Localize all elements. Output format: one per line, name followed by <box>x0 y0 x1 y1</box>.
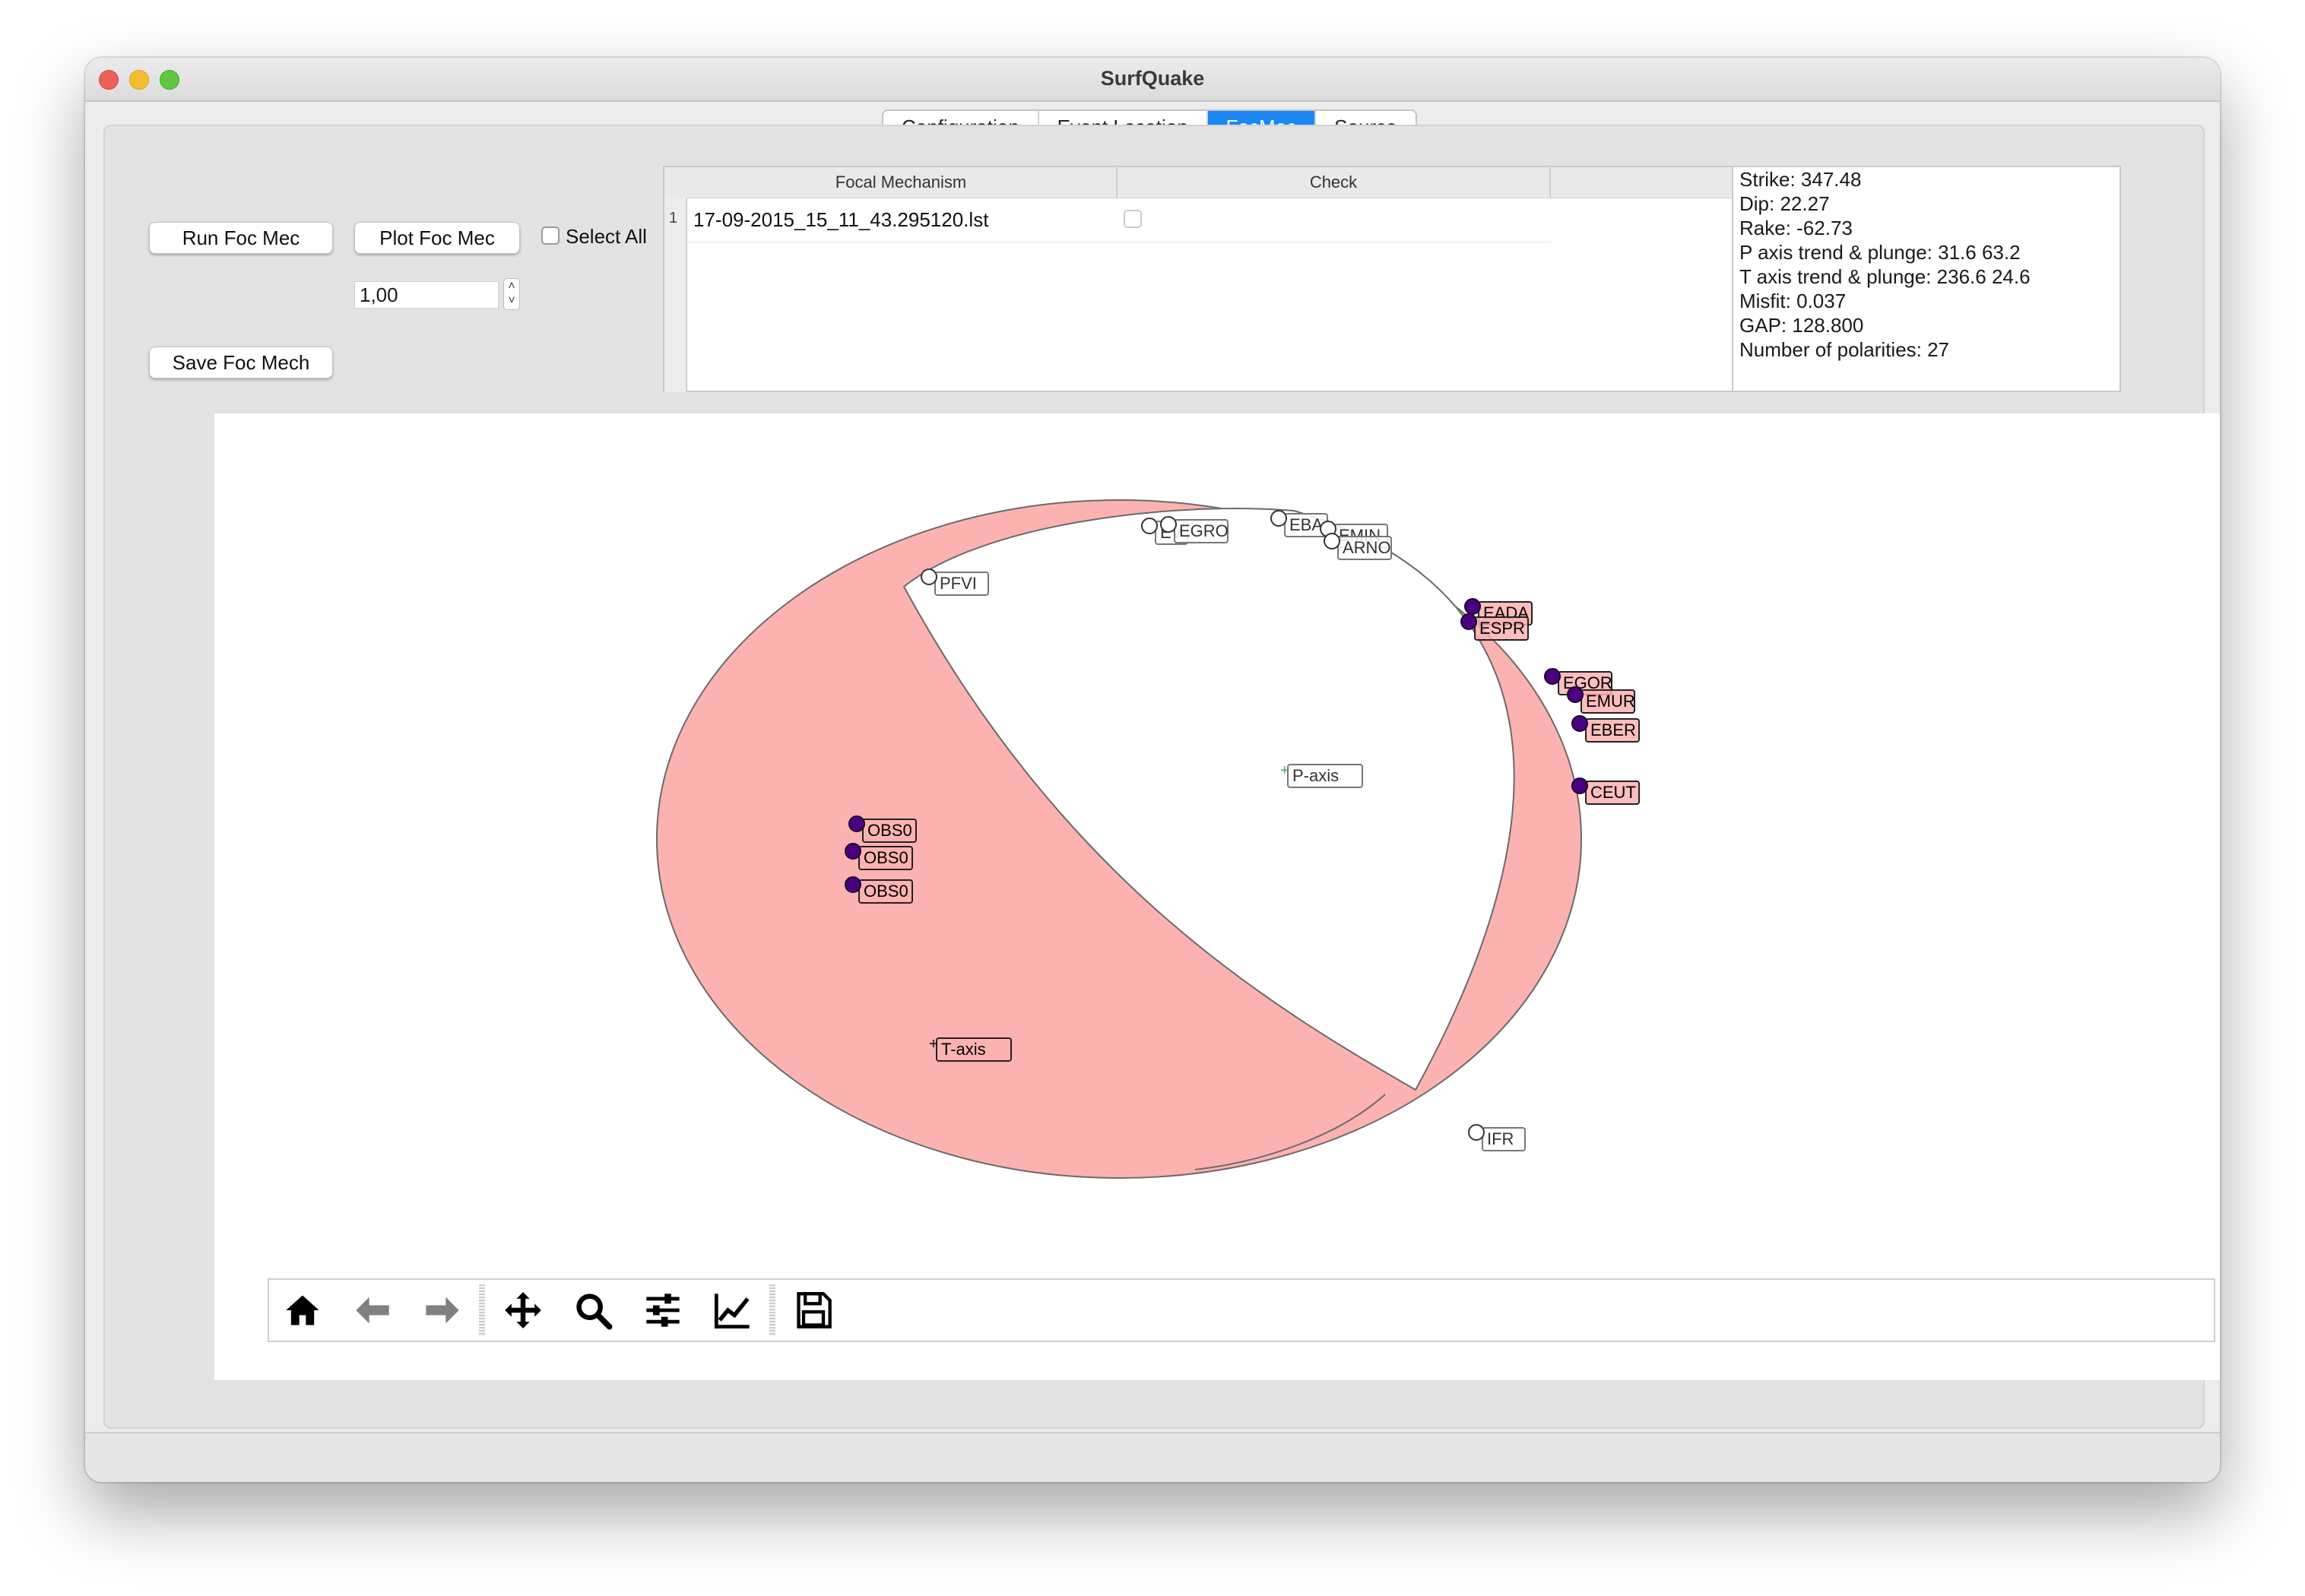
station-marker-egor <box>1544 668 1561 685</box>
select-all-label: Select All <box>566 225 647 248</box>
dip-value: Dip: 22.27 <box>1739 192 1830 215</box>
configure-subplots-icon <box>646 1294 680 1327</box>
back-arrow-icon <box>356 1297 389 1324</box>
station-marker-emur <box>1567 686 1584 703</box>
run-foc-mec-button[interactable]: Run Foc Mec <box>149 222 333 254</box>
row-index: 1 <box>669 210 678 226</box>
plot-navigation-toolbar <box>268 1278 2215 1342</box>
configure-subplots-button[interactable] <box>629 1280 696 1341</box>
station-eba-label: EBA <box>1289 515 1323 534</box>
save-icon <box>797 1292 832 1328</box>
weight-spinbox-input[interactable]: 1,00 <box>354 281 499 309</box>
app-window: SurfQuake Configuration Event Location F… <box>85 58 2220 1482</box>
column-header-focal-mechanism[interactable]: Focal Mechanism <box>686 167 1118 198</box>
station-marker-obs0 <box>848 815 865 832</box>
station-eber-label: EBER <box>1590 720 1636 739</box>
rake-value: Rake: -62.73 <box>1739 217 1853 239</box>
t-axis-value: T axis trend & plunge: 236.6 24.6 <box>1739 265 2031 288</box>
home-icon <box>286 1295 319 1325</box>
t-axis-label: T-axis <box>941 1040 986 1059</box>
station-espr-label: ESPR <box>1479 619 1525 638</box>
plot-foc-mec-button[interactable]: Plot Foc Mec <box>354 222 520 254</box>
beachball-plot-area[interactable]: EV EGRO EBA EMIN ARNO PFVI EADA ESPR EGOR EMUR EBE… <box>214 413 2220 1380</box>
strike-value: Strike: 347.48 <box>1739 168 1862 191</box>
station-marker-egro <box>1160 516 1177 533</box>
station-marker-ifr <box>1468 1124 1485 1141</box>
station-marker-eber <box>1571 715 1588 732</box>
station-marker-eba <box>1270 510 1287 527</box>
save-figure-button[interactable] <box>780 1280 847 1341</box>
title-bar: SurfQuake <box>85 58 2220 102</box>
back-button[interactable] <box>339 1280 406 1341</box>
station-marker-arno <box>1324 533 1340 549</box>
zoom-icon <box>576 1294 613 1330</box>
column-header-check[interactable]: Check <box>1118 167 1551 198</box>
row-check-checkbox[interactable] <box>1124 210 1142 228</box>
p-axis-marker: + <box>1280 762 1289 779</box>
station-emur-label: EMUR <box>1586 692 1635 711</box>
edit-axis-button[interactable] <box>699 1280 766 1341</box>
gap-value: GAP: 128.800 <box>1739 314 1864 337</box>
focal-mechanism-table: Focal Mechanism Check 1 17-09-2015_15_11… <box>663 166 1759 392</box>
save-foc-mech-button[interactable]: Save Foc Mech <box>149 347 333 378</box>
polarities-count-value: Number of polarities: 27 <box>1739 338 1950 361</box>
beachball-svg: EVEGRO EBAEMINARNOPFVIEADAESPREGOREMUREBE… <box>656 499 1640 1179</box>
pan-icon <box>505 1292 541 1328</box>
station-obs0-label: OBS0 <box>867 821 912 840</box>
station-pfvi-label: PFVI <box>940 574 977 593</box>
station-ifr-label: IFR <box>1487 1129 1514 1148</box>
forward-button[interactable] <box>409 1280 476 1341</box>
pan-button[interactable] <box>490 1280 556 1341</box>
window-bottom-bar <box>85 1432 2220 1482</box>
station-marker-espr <box>1460 613 1477 630</box>
station-obs0-label: OBS0 <box>864 882 908 901</box>
spinbox-arrows[interactable]: ˄ ˅ <box>503 278 520 310</box>
station-marker-ev <box>1141 518 1158 534</box>
home-button[interactable] <box>269 1280 336 1341</box>
station-obs0-label: OBS0 <box>864 848 908 867</box>
edit-axis-icon <box>714 1294 750 1329</box>
station-marker-eada <box>1464 598 1481 615</box>
select-all-checkbox[interactable] <box>541 226 560 245</box>
station-egro-label: EGRO <box>1179 521 1229 540</box>
results-text-box[interactable]: Strike: 347.48 Dip: 22.27 Rake: -62.73 P… <box>1732 166 2121 392</box>
p-axis-value: P axis trend & plunge: 31.6 63.2 <box>1739 241 2021 264</box>
window-title: SurfQuake <box>1100 67 1205 90</box>
t-axis-marker: + <box>929 1036 938 1053</box>
table-header: Focal Mechanism Check <box>664 167 1758 198</box>
station-arno-label: ARNO <box>1343 538 1391 557</box>
station-ceut-label: CEUT <box>1590 783 1636 802</box>
forward-arrow-icon <box>426 1297 459 1324</box>
station-marker-obs0 <box>845 876 861 893</box>
focal-mechanism-file-cell[interactable]: 17-09-2015_15_11_43.295120.lst <box>693 208 988 232</box>
misfit-value: Misfit: 0.037 <box>1739 290 1847 312</box>
p-axis-label: P-axis <box>1292 766 1339 785</box>
station-marker-ceut <box>1571 777 1588 794</box>
station-marker-pfvi <box>921 568 937 585</box>
station-marker-obs0 <box>845 843 861 860</box>
zoom-button[interactable] <box>560 1280 626 1341</box>
